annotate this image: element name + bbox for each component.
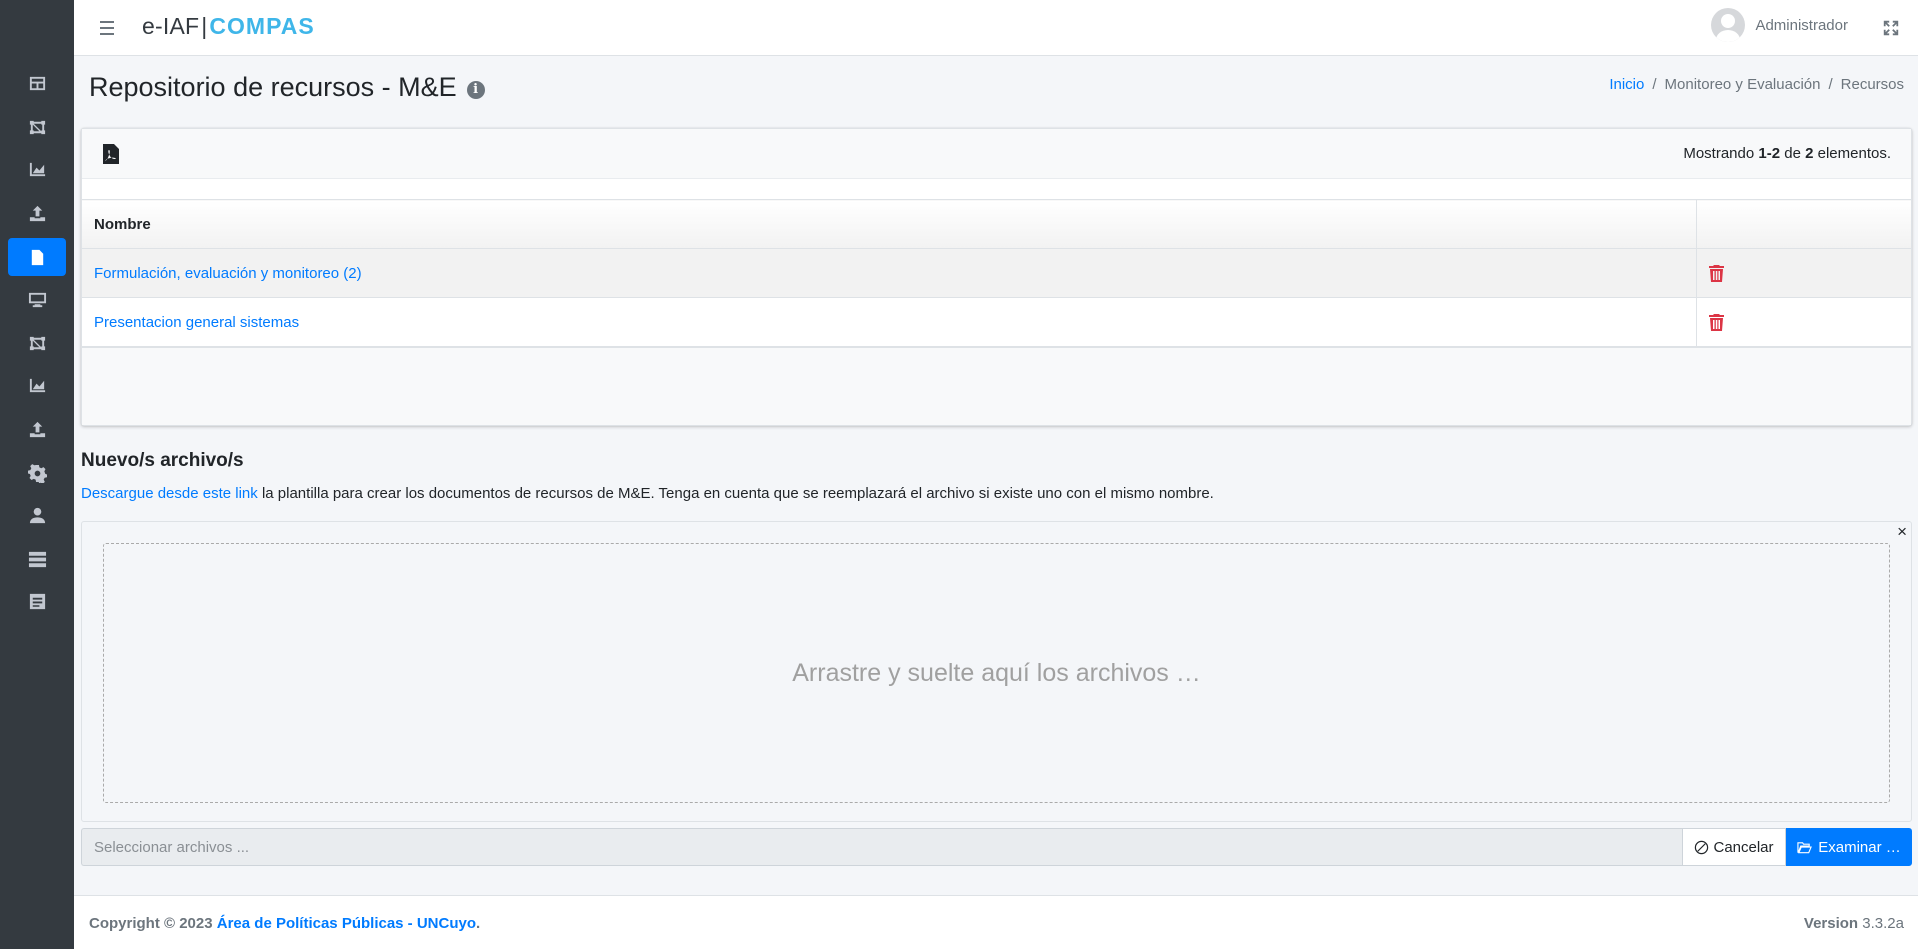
file-pdf-icon[interactable]	[102, 143, 120, 165]
version-info: Version 3.3.2a	[1804, 915, 1904, 932]
summary-range: 1-2	[1758, 145, 1781, 162]
user-menu[interactable]: Administrador	[1711, 8, 1848, 42]
table-row: Formulación, evaluación y monitoreo (2)	[82, 248, 1911, 298]
project-diagram-icon	[29, 120, 45, 134]
summary-suffix: elementos.	[1817, 145, 1891, 162]
grid-footer	[82, 347, 1911, 425]
server-icon	[28, 551, 46, 567]
sidebar-item-server[interactable]	[8, 540, 66, 578]
sidebar-item-resources[interactable]	[8, 238, 66, 276]
trash-icon[interactable]	[1708, 264, 1900, 282]
user-name: Administrador	[1755, 16, 1848, 34]
list-alt-icon	[29, 593, 45, 609]
grid-summary: Mostrando 1-2 de 2 elementos.	[1683, 145, 1891, 162]
sidebar-item-charts-2[interactable]	[8, 366, 66, 404]
breadcrumb-section: Monitoreo y Evaluación	[1664, 76, 1821, 93]
table-header-row: Nombre	[82, 199, 1911, 249]
sidebar-item-upload-2[interactable]	[8, 410, 66, 448]
file-drop-container: × Arrastre y suelte aquí los archivos …	[81, 521, 1912, 822]
ban-icon	[1695, 840, 1709, 854]
breadcrumb: Inicio / Monitoreo y Evaluación / Recurs…	[1609, 76, 1904, 93]
summary-total: 2	[1805, 145, 1814, 162]
file-alt-icon	[31, 249, 43, 265]
page-title: Repositorio de recursos - M&E i	[89, 72, 485, 103]
page-footer: Copyright © 2023 Área de Políticas Públi…	[74, 895, 1918, 949]
copyright-suffix: .	[476, 915, 481, 932]
sidebar-item-list[interactable]	[8, 582, 66, 620]
chart-area-icon	[29, 378, 45, 392]
resources-grid-card: Mostrando 1-2 de 2 elementos. Nombre For…	[81, 128, 1912, 426]
sidebar-item-settings[interactable]	[8, 454, 66, 492]
browse-button-label: Examinar …	[1818, 838, 1901, 856]
brand-name: COMPAS	[209, 13, 315, 39]
file-input-group: Seleccionar archivos ... Cancelar Examin…	[81, 828, 1912, 866]
chart-area-icon	[29, 162, 45, 176]
cancel-button[interactable]: Cancelar	[1682, 828, 1786, 866]
menu-toggle-icon[interactable]	[96, 16, 118, 40]
table-row: Presentacion general sistemas	[82, 297, 1911, 347]
copyright: Copyright © 2023 Área de Políticas Públi…	[89, 915, 480, 932]
column-header-actions	[1695, 199, 1911, 249]
sidebar	[0, 0, 74, 949]
resource-link[interactable]: Presentacion general sistemas	[94, 314, 299, 331]
resource-link[interactable]: Formulación, evaluación y monitoreo (2)	[94, 265, 362, 282]
sidebar-item-desktop[interactable]	[8, 280, 66, 318]
info-icon[interactable]: i	[466, 80, 485, 99]
table-cell-actions	[1695, 248, 1911, 298]
folder-open-icon	[1797, 841, 1813, 853]
page-title-text: Repositorio de recursos - M&E	[89, 72, 457, 102]
grid-toolbar: Mostrando 1-2 de 2 elementos.	[82, 129, 1911, 179]
sidebar-item-users[interactable]	[8, 496, 66, 534]
sidebar-item-upload[interactable]	[8, 194, 66, 232]
desktop-icon	[28, 292, 46, 307]
brand-separator: |	[201, 13, 208, 39]
fullscreen-icon[interactable]	[1882, 19, 1900, 37]
upload-icon	[29, 205, 45, 221]
drop-zone-text: Arrastre y suelte aquí los archivos …	[792, 658, 1201, 687]
sidebar-item-charts[interactable]	[8, 150, 66, 188]
summary-mid: de	[1784, 145, 1801, 162]
browse-button[interactable]: Examinar …	[1786, 828, 1912, 866]
org-link[interactable]: Área de Políticas Públicas - UNCuyo	[217, 915, 476, 932]
sidebar-item-projects-2[interactable]	[8, 324, 66, 362]
project-diagram-icon	[29, 336, 45, 350]
resources-table: Nombre Formulación, evaluación y monitor…	[82, 199, 1911, 347]
file-drop-zone[interactable]: Arrastre y suelte aquí los archivos …	[103, 543, 1890, 803]
upload-section-title: Nuevo/s archivo/s	[81, 450, 244, 471]
breadcrumb-home-link[interactable]: Inicio	[1609, 76, 1644, 93]
columns-icon	[29, 76, 45, 90]
sidebar-item-projects[interactable]	[8, 108, 66, 146]
trash-icon[interactable]	[1708, 313, 1900, 331]
breadcrumb-current: Recursos	[1840, 76, 1904, 93]
top-navbar: e-IAF|COMPAS Administrador	[74, 0, 1918, 56]
breadcrumb-separator: /	[1652, 76, 1657, 93]
copyright-prefix: Copyright © 2023	[89, 915, 213, 932]
user-icon	[29, 507, 45, 523]
close-icon[interactable]: ×	[1897, 522, 1907, 542]
cancel-button-label: Cancelar	[1713, 838, 1774, 856]
table-cell-name: Formulación, evaluación y monitoreo (2)	[82, 248, 1696, 298]
sidebar-item-dashboard[interactable]	[8, 64, 66, 102]
file-caption-field[interactable]: Seleccionar archivos ...	[81, 828, 1682, 866]
table-cell-name: Presentacion general sistemas	[82, 297, 1696, 347]
brand-prefix: e-IAF	[142, 13, 200, 39]
breadcrumb-separator: /	[1828, 76, 1833, 93]
upload-icon	[29, 421, 45, 437]
cog-icon	[27, 463, 47, 483]
template-download-link[interactable]: Descargue desde este link	[81, 485, 258, 502]
upload-description: Descargue desde este link la plantilla p…	[81, 485, 1214, 502]
summary-prefix: Mostrando	[1683, 145, 1755, 162]
upload-description-text: la plantilla para crear los documentos d…	[257, 485, 1214, 502]
table-cell-actions	[1695, 297, 1911, 347]
avatar	[1711, 8, 1746, 42]
column-header-nombre[interactable]: Nombre	[82, 199, 1696, 249]
version-label: Version	[1803, 915, 1859, 932]
brand-logo: e-IAF|COMPAS	[142, 13, 315, 40]
version-number: 3.3.2a	[1862, 915, 1904, 932]
